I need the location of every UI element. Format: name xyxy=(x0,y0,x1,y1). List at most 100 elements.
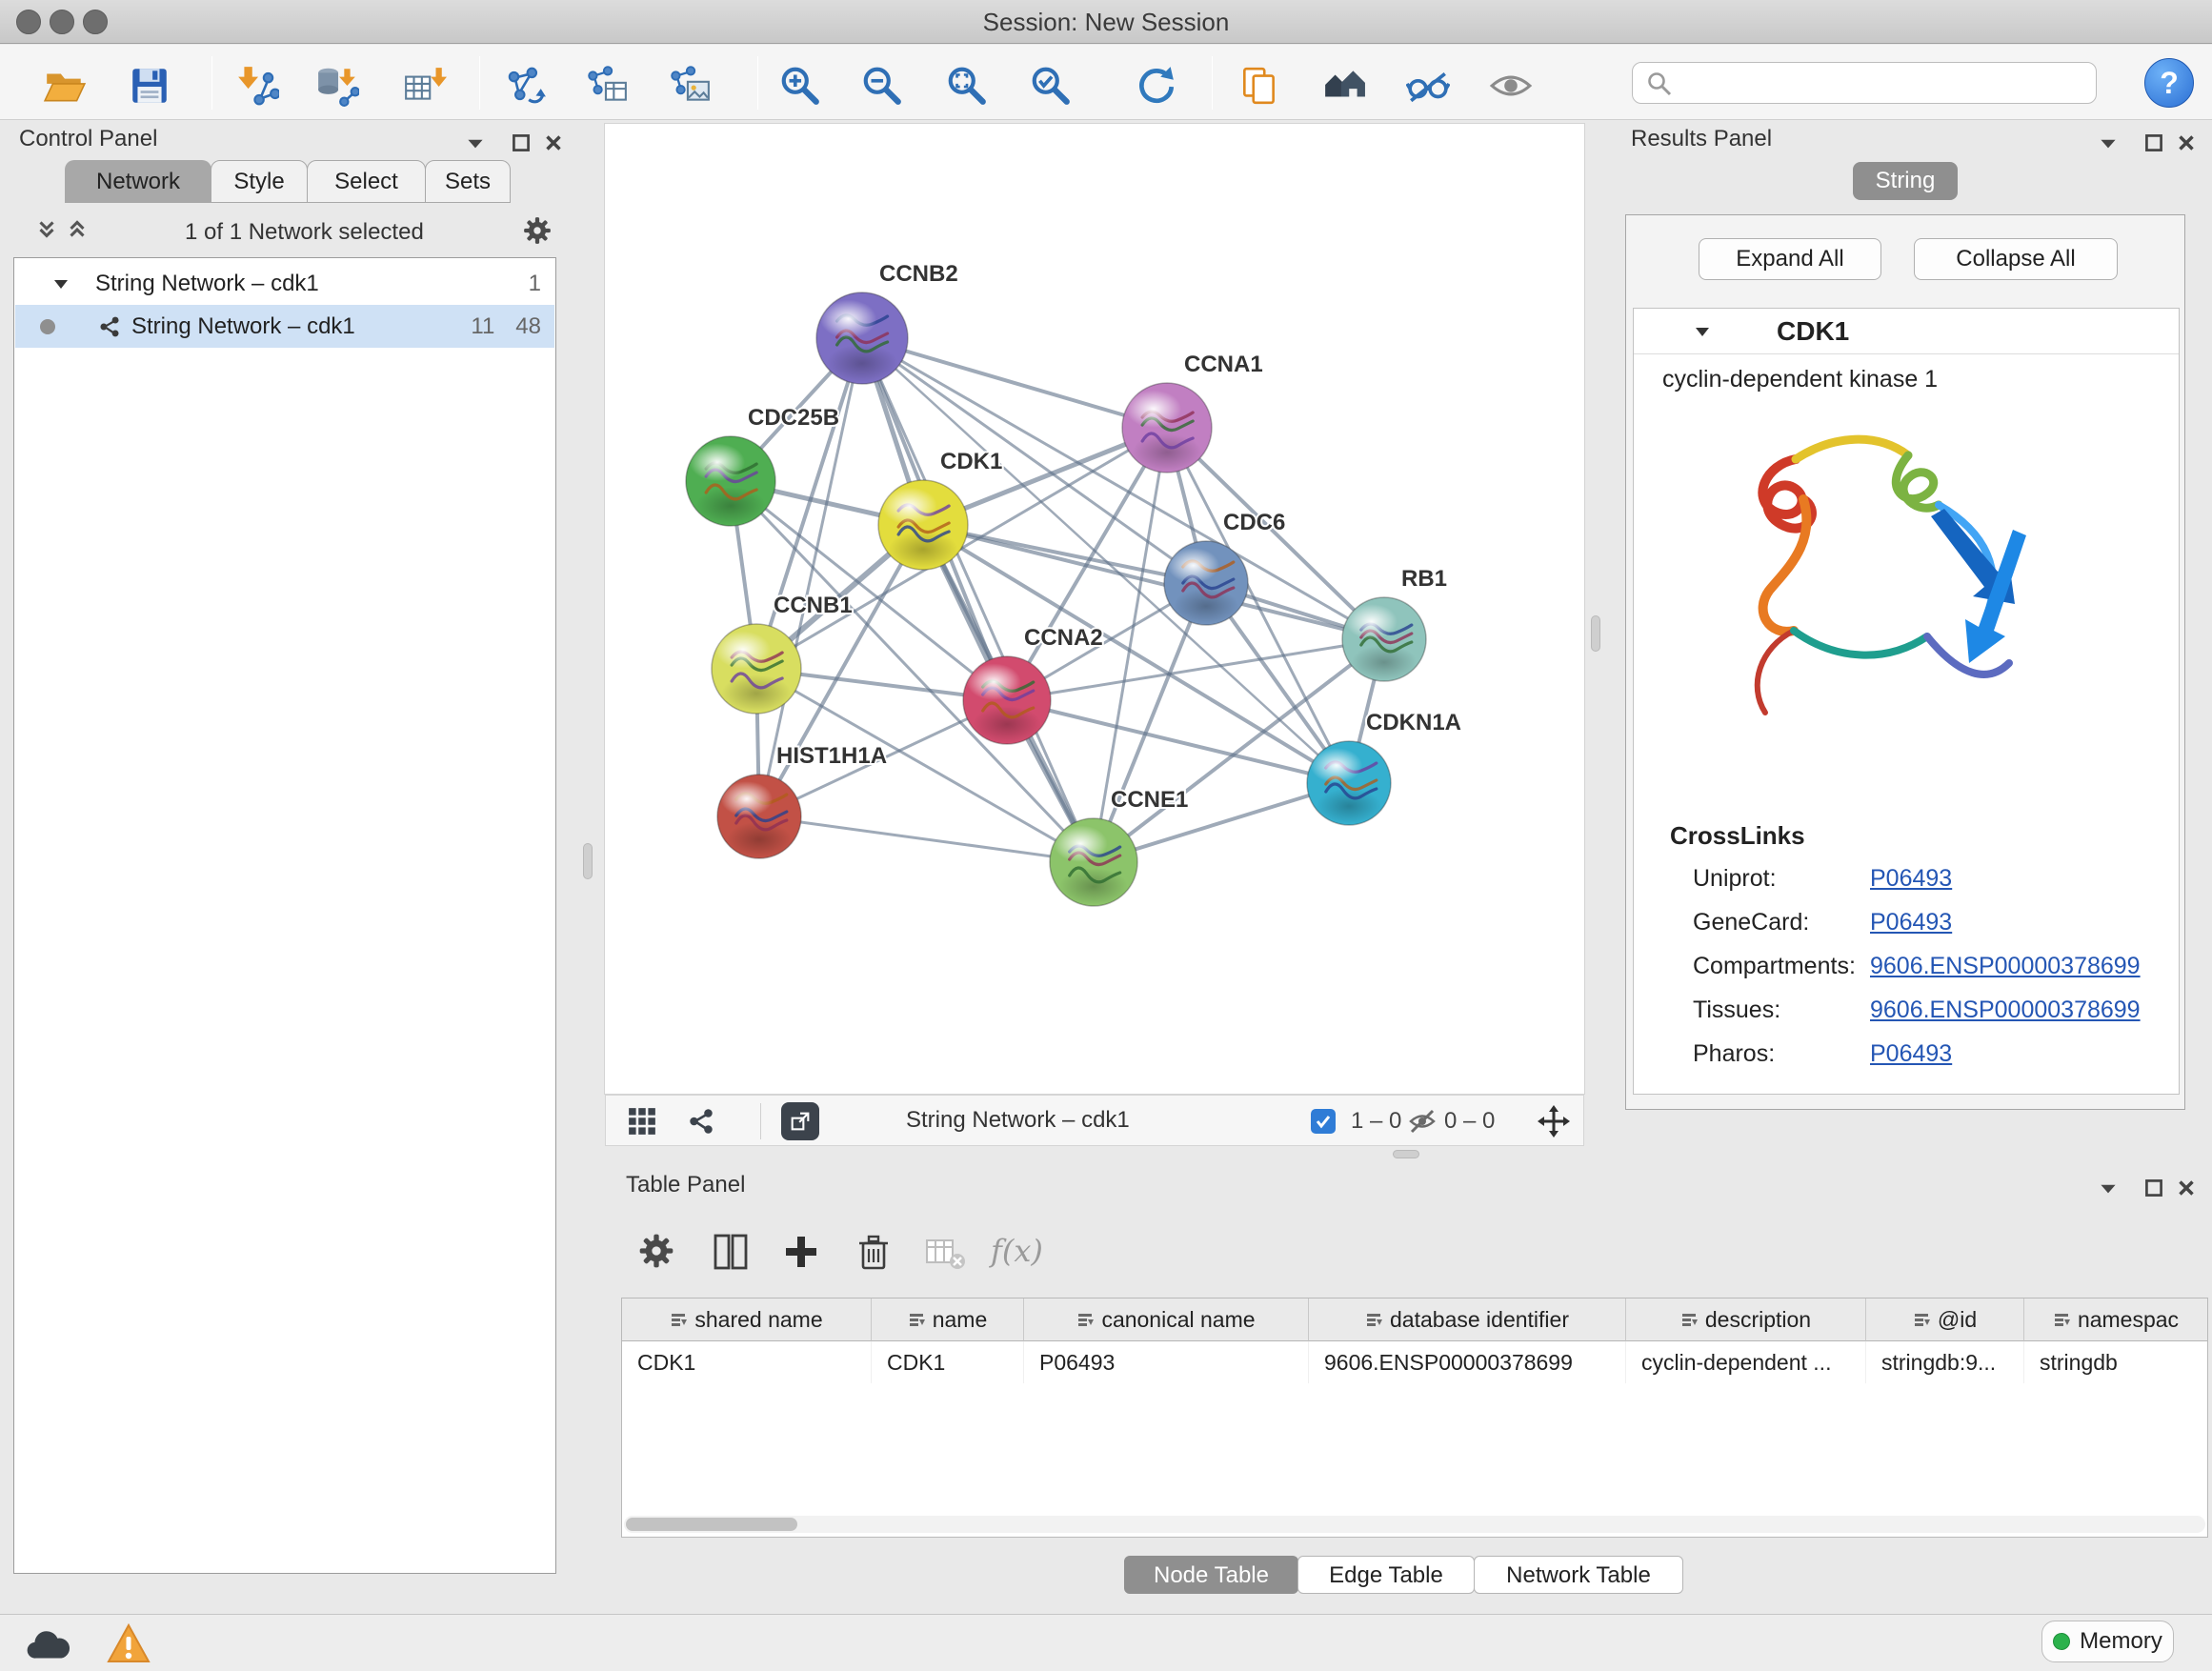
bottom-splitter-handle[interactable] xyxy=(1393,1150,1419,1158)
tab-edge-table[interactable]: Edge Table xyxy=(1297,1556,1475,1594)
network-edge-CCNB2-CCNE1[interactable] xyxy=(862,338,1094,862)
results-panel-float-icon[interactable] xyxy=(2142,131,2166,155)
table-cell[interactable]: 9606.ENSP00000378699 xyxy=(1309,1341,1626,1383)
column-header[interactable]: shared name xyxy=(622,1299,872,1341)
network-edge-CDK1-RB1[interactable] xyxy=(923,525,1384,639)
network-edge-CCNB2-CCNB1[interactable] xyxy=(756,338,862,669)
network-node-CDC25B[interactable]: CDC25B xyxy=(686,405,839,526)
right-splitter-handle[interactable] xyxy=(1591,615,1600,652)
network-options-gear-icon[interactable] xyxy=(522,215,547,240)
table-row[interactable]: CDK1 CDK1 P06493 9606.ENSP00000378699 cy… xyxy=(622,1341,2207,1383)
scrollbar-thumb[interactable] xyxy=(626,1518,797,1531)
table-cell[interactable]: stringdb:9... xyxy=(1866,1341,2024,1383)
tab-network[interactable]: Network xyxy=(65,160,211,203)
tab-network-table[interactable]: Network Table xyxy=(1474,1556,1683,1594)
clone-network-button[interactable] xyxy=(582,61,632,111)
memory-status-dot xyxy=(2053,1633,2070,1650)
crosslink-link[interactable]: 9606.ENSP00000378699 xyxy=(1870,997,2141,1024)
network-edge-HIST1H1A-CCNE1[interactable] xyxy=(759,816,1094,862)
network-collection-row[interactable]: String Network – cdk1 1 xyxy=(15,262,554,305)
save-session-button[interactable] xyxy=(125,61,174,111)
network-node-CCNA1[interactable]: CCNA1 xyxy=(1122,352,1263,473)
column-header[interactable]: description xyxy=(1626,1299,1866,1341)
import-network-from-file-button[interactable] xyxy=(232,61,282,111)
tab-node-table[interactable]: Node Table xyxy=(1124,1556,1298,1594)
share-network-icon[interactable] xyxy=(686,1106,716,1137)
copy-button[interactable] xyxy=(1235,61,1284,111)
network-node-RB1[interactable]: RB1 xyxy=(1342,566,1447,681)
column-header[interactable]: namespac xyxy=(2024,1299,2207,1341)
hidden-eye-slash-icon[interactable] xyxy=(1408,1107,1437,1136)
fit-content-crosshair-icon[interactable] xyxy=(1538,1105,1570,1137)
birdseye-grid-icon[interactable] xyxy=(627,1106,657,1137)
selected-checkbox[interactable] xyxy=(1311,1109,1336,1134)
table-cell[interactable]: P06493 xyxy=(1024,1341,1309,1383)
tab-select[interactable]: Select xyxy=(307,160,426,203)
tab-sets[interactable]: Sets xyxy=(425,160,511,203)
table-cell[interactable]: CDK1 xyxy=(622,1341,872,1383)
table-cell[interactable]: cyclin-dependent ... xyxy=(1626,1341,1866,1383)
network-row-selected[interactable]: String Network – cdk1 11 48 xyxy=(15,305,554,348)
tab-style[interactable]: Style xyxy=(211,160,308,203)
network-node-CCNB1[interactable]: CCNB1 xyxy=(712,593,853,714)
add-column-plus-icon[interactable] xyxy=(781,1232,821,1272)
show-graphics-eye-icon[interactable] xyxy=(1486,61,1536,111)
show-columns-icon[interactable] xyxy=(711,1232,751,1272)
cloud-icon[interactable] xyxy=(24,1626,73,1662)
left-splitter-handle[interactable] xyxy=(583,843,593,879)
network-node-HIST1H1A[interactable]: HIST1H1A xyxy=(717,743,887,858)
table-panel-menu-caret-icon[interactable] xyxy=(2096,1176,2121,1200)
network-node-CCNE1[interactable]: CCNE1 xyxy=(1050,787,1188,906)
results-panel-close-icon[interactable] xyxy=(2174,131,2199,155)
zoom-selected-button[interactable] xyxy=(1026,61,1076,111)
protein-entry-header[interactable]: CDK1 xyxy=(1634,309,2179,354)
crosslink-link[interactable]: 9606.ENSP00000378699 xyxy=(1870,953,2141,980)
column-header[interactable]: @id xyxy=(1866,1299,2024,1341)
collapse-all-networks-icon[interactable] xyxy=(34,217,59,242)
collapse-all-button[interactable]: Collapse All xyxy=(1914,238,2118,280)
network-node-CDK1[interactable]: CDK1 xyxy=(878,449,1002,570)
zoom-fit-button[interactable] xyxy=(942,61,992,111)
warning-icon[interactable] xyxy=(107,1622,151,1664)
expand-all-networks-icon[interactable] xyxy=(65,217,90,242)
entry-disclosure-icon[interactable] xyxy=(1693,322,1712,341)
zoom-out-button[interactable] xyxy=(857,61,907,111)
apply-layout-button[interactable] xyxy=(1131,61,1180,111)
control-panel-menu-caret-icon[interactable] xyxy=(463,131,488,155)
crosslink-link[interactable]: P06493 xyxy=(1870,1040,1952,1068)
column-header[interactable]: database identifier xyxy=(1309,1299,1626,1341)
open-session-button[interactable] xyxy=(40,61,90,111)
column-header[interactable]: name xyxy=(872,1299,1024,1341)
import-table-from-file-button[interactable] xyxy=(400,61,450,111)
table-panel-close-icon[interactable] xyxy=(2174,1176,2199,1200)
network-node-CCNB2[interactable]: CCNB2 xyxy=(816,261,958,384)
expand-all-button[interactable]: Expand All xyxy=(1699,238,1881,280)
table-options-gear-icon[interactable] xyxy=(637,1232,677,1272)
results-panel-menu-caret-icon[interactable] xyxy=(2096,131,2121,155)
network-edge-CCNB2-CCNA1[interactable] xyxy=(862,338,1167,428)
memory-button[interactable]: Memory xyxy=(2041,1621,2174,1662)
table-panel-float-icon[interactable] xyxy=(2142,1176,2166,1200)
table-cell[interactable]: CDK1 xyxy=(872,1341,1024,1383)
network-from-selection-button[interactable] xyxy=(500,61,550,111)
help-button[interactable]: ? xyxy=(2144,58,2194,108)
zoom-in-button[interactable] xyxy=(775,61,825,111)
open-view-in-window-icon[interactable] xyxy=(781,1102,819,1140)
network-node-CDKN1A[interactable]: CDKN1A xyxy=(1307,710,1461,825)
export-network-image-button[interactable] xyxy=(665,61,714,111)
network-canvas[interactable]: CCNB2CCNA1CDC25BCDK1CDC6RB1CCNB1CCNA2CDK… xyxy=(605,124,1584,1094)
string-home-button[interactable] xyxy=(1319,61,1369,111)
delete-column-trash-icon[interactable] xyxy=(854,1232,894,1272)
search-input[interactable] xyxy=(1682,65,2087,101)
network-node-CDC6[interactable]: CDC6 xyxy=(1164,510,1285,625)
collection-disclosure-icon[interactable] xyxy=(51,274,70,293)
table-cell[interactable]: stringdb xyxy=(2024,1341,2207,1383)
column-header[interactable]: canonical name xyxy=(1024,1299,1309,1341)
crosslink-link[interactable]: P06493 xyxy=(1870,909,1952,936)
show-labels-glasses-icon[interactable] xyxy=(1403,61,1453,111)
crosslink-link[interactable]: P06493 xyxy=(1870,865,1952,893)
results-tab-string[interactable]: String xyxy=(1853,162,1958,200)
control-panel-close-icon[interactable] xyxy=(541,131,566,155)
control-panel-float-icon[interactable] xyxy=(509,131,533,155)
import-network-from-database-button[interactable] xyxy=(312,61,362,111)
